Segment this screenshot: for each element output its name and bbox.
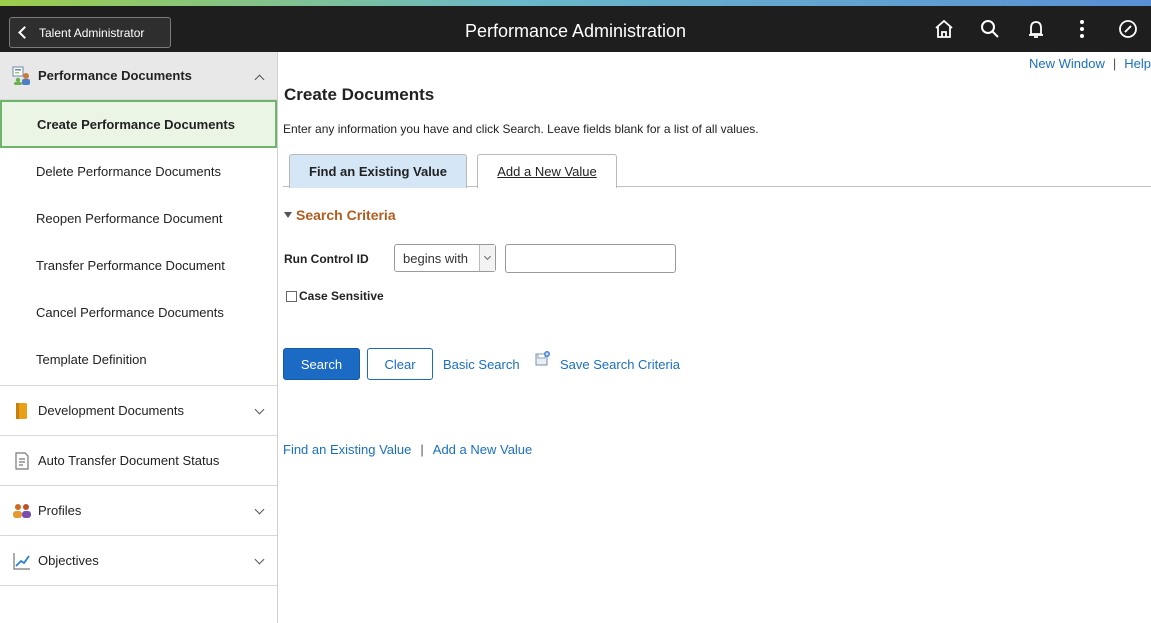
people-icon <box>12 501 32 521</box>
tab-label: Add a New Value <box>497 164 597 179</box>
chevron-down-icon <box>479 245 495 271</box>
search-button[interactable]: Search <box>283 348 360 380</box>
sidebar-group-label: Auto Transfer Document Status <box>38 453 220 468</box>
sidebar-item-cancel-performance-documents[interactable]: Cancel Performance Documents <box>0 289 277 336</box>
sidebar-subitems: Create Performance Documents Delete Perf… <box>0 100 277 386</box>
find-existing-value-link[interactable]: Find an Existing Value <box>283 442 411 457</box>
top-icons <box>921 12 1151 46</box>
sidebar-item-delete-performance-documents[interactable]: Delete Performance Documents <box>0 148 277 195</box>
bell-icon[interactable] <box>1013 12 1059 46</box>
home-icon[interactable] <box>921 12 967 46</box>
sidebar-group-label: Performance Documents <box>38 68 192 83</box>
sidebar-group-objectives[interactable]: Objectives <box>0 536 277 586</box>
sidebar-group-label: Profiles <box>38 503 82 518</box>
link-separator: | <box>1112 56 1117 71</box>
sidebar-item-transfer-performance-document[interactable]: Transfer Performance Document <box>0 242 277 289</box>
chevron-down-icon <box>254 404 265 415</box>
sidebar-group-performance-documents[interactable]: Performance Documents <box>0 52 277 100</box>
case-sensitive-label: Case Sensitive <box>299 289 384 303</box>
case-sensitive-checkbox[interactable] <box>286 290 297 302</box>
sidebar-group-development-documents[interactable]: Development Documents <box>0 386 277 436</box>
bottom-links: Find an Existing Value | Add a New Value <box>283 442 532 457</box>
clear-button[interactable]: Clear <box>367 348 433 380</box>
chevron-up-icon <box>254 74 265 85</box>
case-sensitive-row[interactable]: Case Sensitive <box>286 289 384 303</box>
chevron-down-icon <box>254 504 265 515</box>
triangle-down-icon <box>284 212 292 218</box>
help-link[interactable]: Help <box>1124 56 1151 71</box>
back-button-label: Talent Administrator <box>39 25 145 40</box>
document-icon <box>12 451 32 471</box>
main-content: New Window | Help Create Documents Enter a… <box>283 52 1151 623</box>
search-criteria-toggle[interactable]: Search Criteria <box>284 207 396 223</box>
tab-add-new-value[interactable]: Add a New Value <box>477 154 617 188</box>
sidebar-group-profiles[interactable]: Profiles <box>0 486 277 536</box>
save-search-criteria-link[interactable]: Save Search Criteria <box>560 357 680 372</box>
save-search-icon[interactable] <box>535 350 551 366</box>
page-links: New Window | Help <box>1029 56 1151 71</box>
instructions-text: Enter any information you have and click… <box>283 122 759 136</box>
chart-icon <box>12 551 32 571</box>
search-criteria-heading: Search Criteria <box>296 207 396 223</box>
navbar-icon[interactable] <box>1105 12 1151 46</box>
add-new-value-link[interactable]: Add a New Value <box>433 442 533 457</box>
link-separator: | <box>420 442 424 457</box>
top-bar: Talent Administrator Performance Adminis… <box>0 6 1151 52</box>
tab-find-existing-value[interactable]: Find an Existing Value <box>289 154 467 188</box>
operator-value: begins with <box>403 250 469 266</box>
operator-select[interactable]: begins with <box>394 244 496 272</box>
back-button[interactable]: Talent Administrator <box>9 17 171 48</box>
sidebar-item-create-performance-documents[interactable]: Create Performance Documents <box>0 100 277 148</box>
documents-icon <box>12 66 32 86</box>
run-control-id-input[interactable] <box>505 244 676 273</box>
new-window-link[interactable]: New Window <box>1029 56 1105 71</box>
sidebar: Performance Documents Create Performance… <box>0 52 278 623</box>
run-control-id-label: Run Control ID <box>284 252 369 266</box>
search-icon[interactable] <box>967 12 1013 46</box>
more-icon[interactable] <box>1059 12 1105 46</box>
chevron-left-icon <box>18 26 31 39</box>
page-title: Create Documents <box>284 85 435 104</box>
sidebar-group-label: Development Documents <box>38 403 184 418</box>
chevron-down-icon <box>254 554 265 565</box>
basic-search-link[interactable]: Basic Search <box>443 357 520 372</box>
sidebar-item-reopen-performance-document[interactable]: Reopen Performance Document <box>0 195 277 242</box>
search-tabs: Find an Existing Value Add a New Value <box>283 152 1151 188</box>
book-icon <box>12 401 32 421</box>
sidebar-group-auto-transfer-document-status[interactable]: Auto Transfer Document Status <box>0 436 277 486</box>
sidebar-group-label: Objectives <box>38 553 99 568</box>
sidebar-item-template-definition[interactable]: Template Definition <box>0 336 277 383</box>
